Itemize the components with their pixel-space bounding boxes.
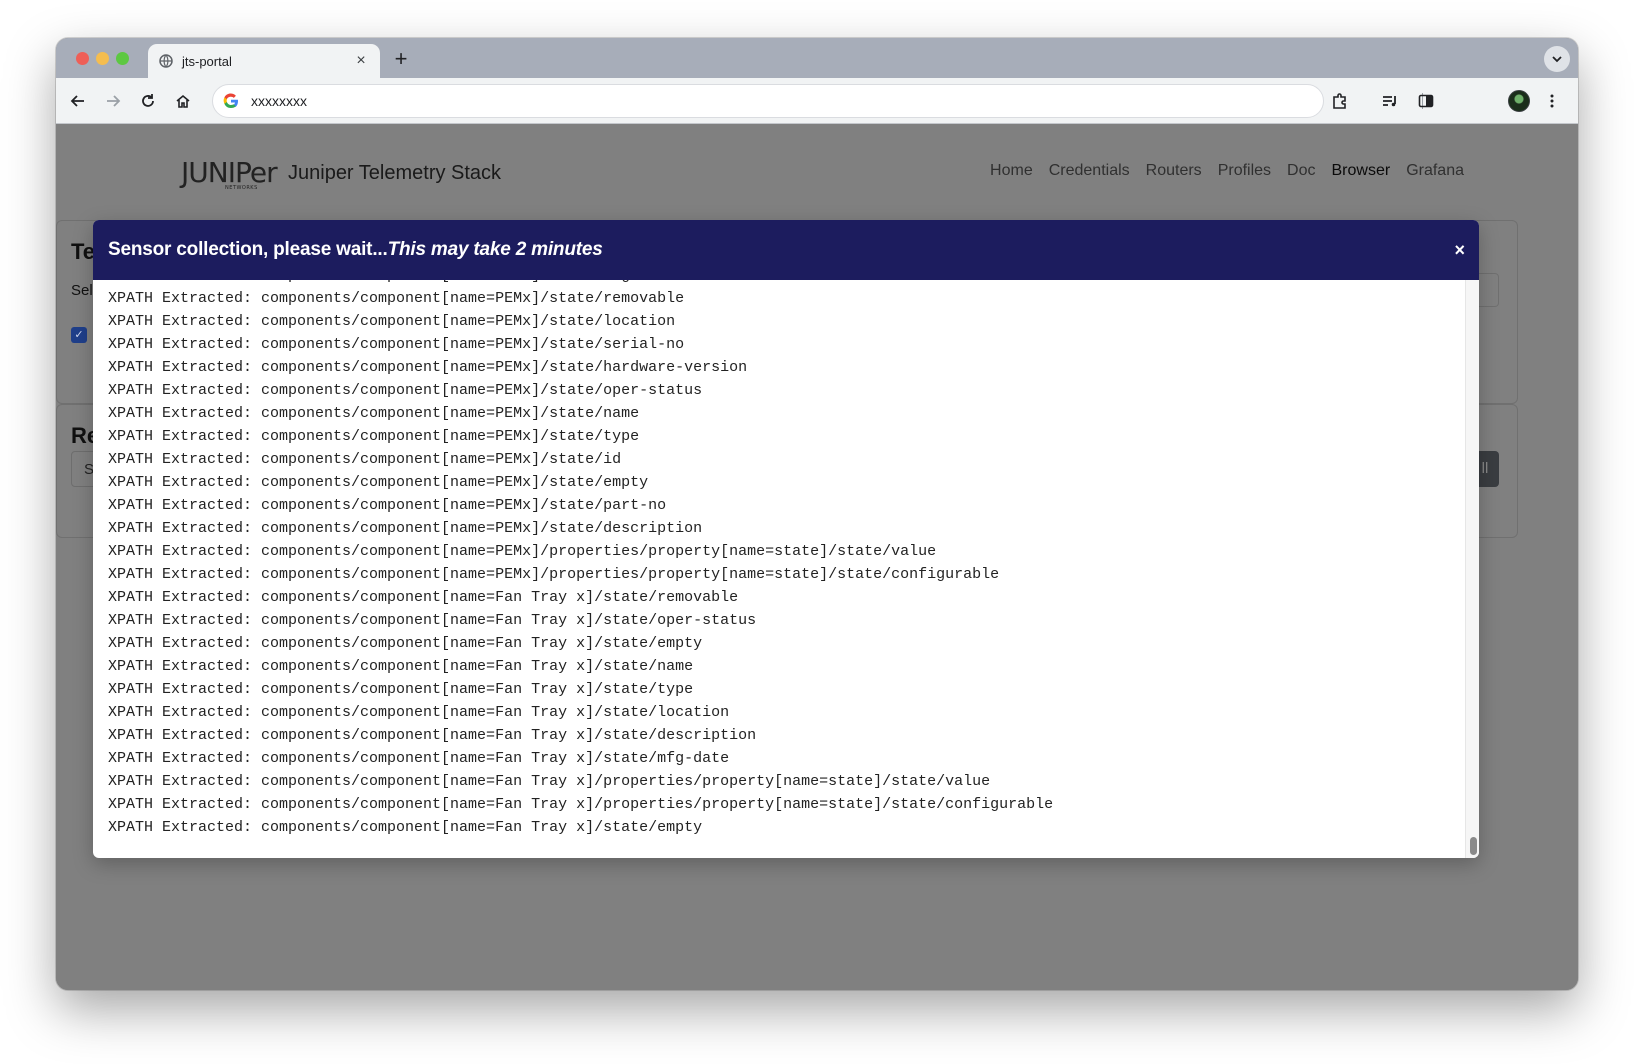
- home-icon: [176, 94, 190, 108]
- log-line: XPATH Extracted: components/component[na…: [108, 382, 703, 399]
- log-line: XPATH Extracted: components/component[na…: [108, 336, 685, 353]
- modal-title-note: This may take 2 minutes: [387, 239, 603, 260]
- log-line: XPATH Extracted: components/component[na…: [108, 589, 739, 606]
- tab-search-button[interactable]: [1544, 46, 1570, 72]
- log-line: XPATH Extracted: components/component[na…: [108, 405, 640, 422]
- log-line: XPATH Extracted: components/component[na…: [108, 451, 622, 468]
- log-line: XPATH Extracted: components/component[na…: [108, 658, 694, 675]
- sensor-collection-modal: Sensor collection, please wait...This ma…: [93, 220, 1479, 858]
- nav-link-routers[interactable]: Routers: [1146, 162, 1202, 180]
- log-line: XPATH Extracted: components/component[na…: [108, 681, 694, 698]
- log-line: XPATH Extracted: components/component[na…: [108, 773, 991, 790]
- log-line: XPATH Extracted: components/component[na…: [108, 474, 649, 491]
- brand-name[interactable]: Juniper Telemetry Stack: [288, 162, 501, 185]
- more-vert-icon: [1550, 94, 1554, 108]
- nav-link-grafana[interactable]: Grafana: [1406, 162, 1464, 180]
- close-window-button[interactable]: [76, 52, 89, 65]
- log-line: XPATH Extracted: components/component[na…: [108, 796, 1054, 813]
- home-button[interactable]: [169, 87, 197, 115]
- juniper-logo[interactable]: JUNIPer NETWORKS: [181, 156, 278, 191]
- google-icon: [223, 93, 238, 109]
- card-select-label: Sel: [71, 282, 93, 299]
- checkbox[interactable]: ✓: [71, 327, 87, 343]
- site-navbar: JUNIPer NETWORKS Juniper Telemetry Stack…: [56, 124, 1578, 220]
- profile-avatar[interactable]: [1508, 90, 1530, 112]
- log-list: XPATH Extracted: components/component[na…: [108, 280, 1053, 839]
- forward-button[interactable]: [99, 87, 127, 115]
- log-line: XPATH Extracted: components/component[na…: [108, 359, 748, 376]
- nav-link-home[interactable]: Home: [990, 162, 1033, 180]
- log-output[interactable]: XPATH Extracted: components/component[na…: [93, 280, 1465, 858]
- tab-strip: jts-portal × +: [56, 38, 1578, 78]
- log-line: XPATH Extracted: components/component[na…: [108, 497, 667, 514]
- log-line: XPATH Extracted: components/component[na…: [108, 612, 757, 629]
- media-button[interactable]: [1376, 87, 1404, 115]
- new-tab-button[interactable]: +: [388, 46, 414, 72]
- tab-title: jts-portal: [182, 53, 232, 69]
- extensions-button[interactable]: [1326, 87, 1354, 115]
- side-panel-icon: [1418, 94, 1434, 108]
- minimize-window-button[interactable]: [96, 52, 109, 65]
- back-button[interactable]: [64, 87, 92, 115]
- scrollbar-thumb[interactable]: [1470, 837, 1477, 855]
- log-line: XPATH Extracted: components/component[na…: [108, 819, 703, 836]
- log-line: XPATH Extracted: components/component[na…: [108, 290, 685, 307]
- address-bar[interactable]: xxxxxxxx: [212, 84, 1324, 118]
- log-line: XPATH Extracted: components/component[na…: [108, 280, 1053, 287]
- browser-window: jts-portal × + xxxxxxxx JUNIPer NETWORKS…: [56, 38, 1578, 990]
- log-line: XPATH Extracted: components/component[na…: [108, 543, 937, 560]
- side-panel-button[interactable]: [1412, 87, 1440, 115]
- log-line: XPATH Extracted: components/component[na…: [108, 313, 676, 330]
- nav-link-credentials[interactable]: Credentials: [1049, 162, 1130, 180]
- log-line: XPATH Extracted: components/component[na…: [108, 704, 730, 721]
- puzzle-icon: [1333, 93, 1346, 109]
- arrow-left-icon: [70, 95, 84, 107]
- playlist-icon: [1383, 96, 1396, 107]
- page-content: JUNIPer NETWORKS Juniper Telemetry Stack…: [56, 124, 1578, 990]
- log-line: XPATH Extracted: components/component[na…: [108, 520, 703, 537]
- browser-tab[interactable]: jts-portal ×: [148, 44, 380, 78]
- nav-links: Home Credentials Routers Profiles Doc Br…: [990, 162, 1464, 180]
- modal-header: Sensor collection, please wait...This ma…: [93, 220, 1479, 280]
- logo-subtext: NETWORKS: [225, 185, 258, 191]
- browser-menu-button[interactable]: [1538, 87, 1566, 115]
- modal-title-main: Sensor collection, please wait...: [108, 239, 388, 260]
- globe-icon: [158, 53, 174, 69]
- reload-icon: [142, 94, 154, 107]
- tab-close-icon[interactable]: ×: [352, 52, 370, 70]
- log-line: XPATH Extracted: components/component[na…: [108, 566, 1000, 583]
- close-icon[interactable]: ×: [1454, 240, 1465, 261]
- nav-link-doc[interactable]: Doc: [1287, 162, 1315, 180]
- nav-link-browser[interactable]: Browser: [1332, 162, 1391, 180]
- log-line: XPATH Extracted: components/component[na…: [108, 750, 730, 767]
- card-heading: Te: [71, 239, 96, 264]
- url-text: xxxxxxxx: [251, 93, 307, 109]
- reload-button[interactable]: [134, 87, 162, 115]
- chevron-down-icon: [1552, 56, 1562, 63]
- log-line: XPATH Extracted: components/component[na…: [108, 635, 703, 652]
- browser-toolbar: xxxxxxxx: [56, 78, 1578, 124]
- scrollbar[interactable]: [1465, 280, 1479, 858]
- log-line: XPATH Extracted: components/component[na…: [108, 428, 640, 445]
- nav-link-profiles[interactable]: Profiles: [1218, 162, 1271, 180]
- maximize-window-button[interactable]: [116, 52, 129, 65]
- arrow-right-icon: [107, 95, 121, 107]
- log-line: XPATH Extracted: components/component[na…: [108, 727, 757, 744]
- modal-title: Sensor collection, please wait...This ma…: [108, 239, 603, 261]
